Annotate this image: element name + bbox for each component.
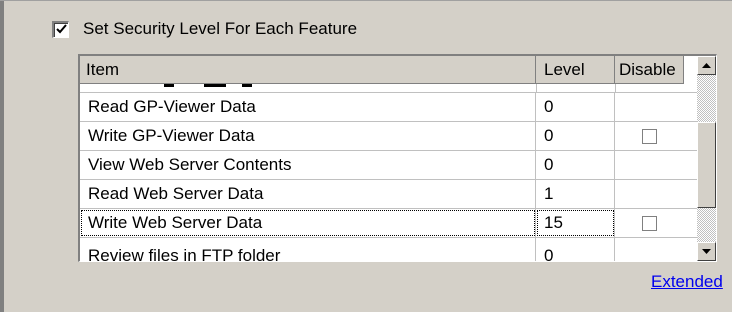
row-level-cell[interactable]: 0	[536, 151, 615, 179]
row-disable-cell	[615, 151, 698, 179]
row-disable-cell	[615, 93, 698, 121]
row-item-cell: Write GP-Viewer Data	[80, 122, 536, 150]
security-level-checkbox-label: Set Security Level For Each Feature	[83, 19, 358, 38]
panel-top-border	[0, 0, 732, 1]
scroll-down-button[interactable]	[697, 242, 716, 261]
column-header-item[interactable]: Item	[80, 56, 536, 84]
table-row-selected[interactable]: Write Web Server Data 15	[80, 209, 698, 238]
row-item-cell: View Web Server Contents	[80, 151, 536, 179]
scroll-up-button[interactable]	[697, 56, 716, 75]
panel-left-border	[0, 0, 4, 312]
row-item-cell: Read Web Server Data	[80, 180, 536, 208]
column-header-level-label: Level	[544, 59, 585, 79]
extended-link[interactable]: Extended	[651, 272, 723, 292]
table-row[interactable]: View Web Server Contents 0	[80, 151, 698, 180]
arrow-down-icon	[702, 249, 711, 254]
row-item-cell: Write Web Server Data	[80, 209, 536, 237]
row-level-cell[interactable]: 0	[536, 122, 615, 150]
security-level-checkbox-row[interactable]: Set Security Level For Each Feature	[52, 17, 357, 41]
column-header-disable-label: Disable	[619, 59, 676, 79]
row-item-cell: Read GP-Viewer Data	[80, 93, 536, 121]
row-disable-cell	[615, 238, 698, 261]
disable-checkbox[interactable]	[642, 128, 657, 144]
row-disable-cell	[615, 122, 698, 150]
security-level-checkbox[interactable]	[52, 20, 69, 38]
table-row[interactable]: Write GP-Viewer Data 0	[80, 122, 698, 151]
security-items-table: Item Level Disable Read GP-Viewer Data 0…	[78, 54, 717, 262]
table-row-clipped-bottom[interactable]: Review files in FTP folder 0	[80, 238, 698, 261]
row-disable-cell	[615, 209, 698, 237]
row-item-cell: Review files in FTP folder	[80, 238, 536, 261]
scrollbar-thumb[interactable]	[697, 122, 716, 208]
row-disable-cell	[615, 180, 698, 208]
column-header-level[interactable]: Level	[536, 56, 615, 84]
vertical-scrollbar[interactable]	[697, 56, 716, 261]
table-row[interactable]: Read Web Server Data 1	[80, 180, 698, 209]
column-header-item-label: Item	[86, 59, 120, 79]
table-row[interactable]: Read GP-Viewer Data 0	[80, 93, 698, 122]
row-level-cell[interactable]: 1	[536, 180, 615, 208]
arrow-up-icon	[702, 63, 711, 68]
row-level-cell[interactable]: 15	[536, 209, 615, 237]
row-level-cell[interactable]: 0	[536, 93, 615, 121]
table-row-clipped-top	[80, 84, 698, 93]
checkmark-icon	[55, 24, 67, 34]
row-level-cell[interactable]: 0	[536, 238, 615, 261]
column-header-disable[interactable]: Disable	[615, 56, 684, 84]
disable-checkbox[interactable]	[642, 215, 657, 231]
